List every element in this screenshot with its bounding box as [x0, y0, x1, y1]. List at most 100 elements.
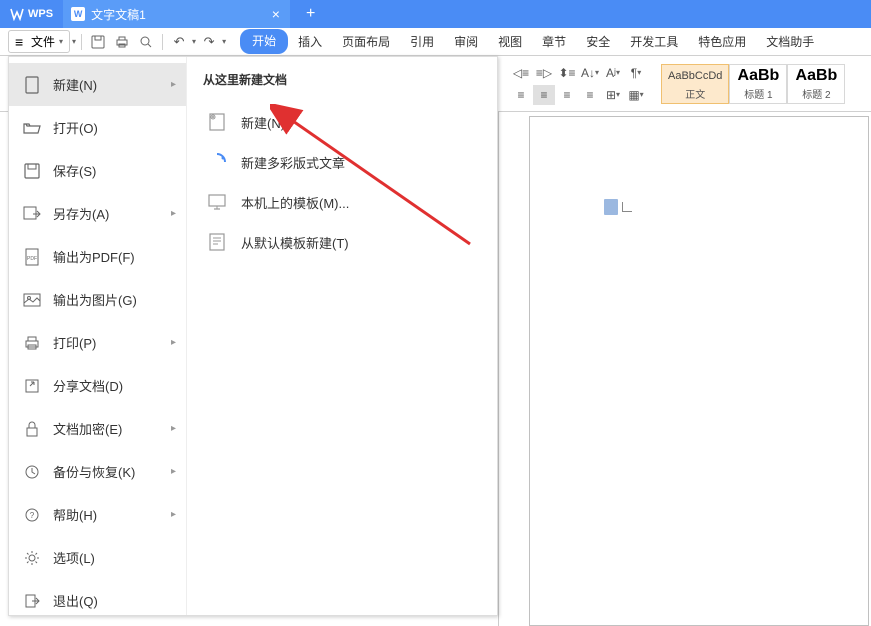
- menu-backup-label: 备份与恢复(K): [53, 462, 135, 481]
- tab-reference[interactable]: 引用: [400, 29, 444, 54]
- wps-icon: [10, 7, 24, 21]
- close-tab-icon[interactable]: ×: [272, 6, 280, 22]
- chevron-right-icon: ▸: [171, 208, 176, 219]
- show-marks-icon[interactable]: ¶▾: [625, 63, 647, 83]
- chevron-down-icon: ▾: [59, 37, 63, 46]
- cursor-marker: [622, 202, 632, 212]
- align-right-icon[interactable]: ≡: [556, 85, 578, 105]
- submenu-colorful-label: 新建多彩版式文章: [241, 153, 345, 172]
- wps-logo[interactable]: WPS: [0, 7, 63, 21]
- svg-text:PDF: PDF: [27, 256, 37, 262]
- menu-exit-label: 退出(Q): [53, 591, 98, 610]
- menu-help-label: 帮助(H): [53, 505, 97, 524]
- tab-security[interactable]: 安全: [576, 29, 620, 54]
- chevron-right-icon: ▸: [171, 509, 176, 520]
- menu-exit[interactable]: 退出(Q): [9, 579, 186, 622]
- tab-assistant[interactable]: 文档助手: [756, 29, 824, 54]
- document-page[interactable]: [529, 116, 869, 626]
- undo-icon[interactable]: ↶: [168, 31, 190, 53]
- tab-section[interactable]: 章节: [532, 29, 576, 54]
- align-justify-icon[interactable]: ≡: [579, 85, 601, 105]
- tab-page-layout[interactable]: 页面布局: [332, 29, 400, 54]
- menu-encrypt-label: 文档加密(E): [53, 419, 122, 438]
- indent-decrease-icon[interactable]: ◁≡: [510, 63, 532, 83]
- undo-dropdown-icon[interactable]: ▾: [192, 37, 196, 46]
- print-icon: [23, 334, 41, 352]
- menu-save-as[interactable]: 另存为(A) ▸: [9, 192, 186, 235]
- chevron-right-icon: ▸: [171, 423, 176, 434]
- backup-icon: [23, 463, 41, 481]
- submenu-default-template[interactable]: 从默认模板新建(T): [203, 222, 481, 262]
- save-icon[interactable]: [87, 31, 109, 53]
- menu-save-label: 保存(S): [53, 161, 96, 180]
- doc-icon: W: [71, 7, 85, 21]
- title-bar: WPS W 文字文稿1 × +: [0, 0, 871, 28]
- help-icon: ?: [23, 506, 41, 524]
- style-normal-preview: AaBbCcDd: [668, 67, 722, 85]
- gear-icon: [23, 549, 41, 567]
- tab-dev-tools[interactable]: 开发工具: [620, 29, 688, 54]
- style-heading2[interactable]: AaBb 标题 2: [787, 64, 845, 104]
- menu-open-label: 打开(O): [53, 118, 98, 137]
- exit-icon: [23, 592, 41, 610]
- tab-insert[interactable]: 插入: [288, 29, 332, 54]
- app-name: WPS: [28, 8, 53, 20]
- colorful-icon: [207, 152, 227, 172]
- tab-view[interactable]: 视图: [488, 29, 532, 54]
- qat-dropdown-icon[interactable]: ▾: [72, 37, 76, 46]
- align-left-icon[interactable]: ≡: [510, 85, 532, 105]
- indent-increase-icon[interactable]: ≡▷: [533, 63, 555, 83]
- align-center-icon[interactable]: ≡: [533, 85, 555, 105]
- file-button[interactable]: 文件 ▾: [8, 30, 70, 53]
- menu-print[interactable]: 打印(P) ▸: [9, 321, 186, 364]
- redo-dropdown-icon[interactable]: ▾: [222, 37, 226, 46]
- menu-open[interactable]: 打开(O): [9, 106, 186, 149]
- submenu-new-blank[interactable]: 新建(N): [203, 102, 481, 142]
- menu-save[interactable]: 保存(S): [9, 149, 186, 192]
- file-menu-right: 从这里新建文档 新建(N) 新建多彩版式文章 本机上的模板(M)... 从默认模…: [187, 57, 497, 615]
- menu-options[interactable]: 选项(L): [9, 536, 186, 579]
- image-icon: [23, 291, 41, 309]
- menu-share[interactable]: 分享文档(D): [9, 364, 186, 407]
- file-label: 文件: [31, 33, 55, 50]
- page-marker-icon: [604, 199, 618, 215]
- menu-export-pdf[interactable]: PDF 输出为PDF(F): [9, 235, 186, 278]
- menu-new[interactable]: 新建(N) ▸: [9, 63, 186, 106]
- sort-icon[interactable]: A↓▾: [579, 63, 601, 83]
- new-blank-icon: [207, 112, 227, 132]
- pdf-icon: PDF: [23, 248, 41, 266]
- menu-export-pdf-label: 输出为PDF(F): [53, 247, 135, 266]
- menu-export-image[interactable]: 输出为图片(G): [9, 278, 186, 321]
- menu-help[interactable]: ? 帮助(H) ▸: [9, 493, 186, 536]
- file-menu: 新建(N) ▸ 打开(O) 保存(S) 另存为(A) ▸ PDF 输出为PDF(…: [8, 56, 498, 616]
- redo-icon[interactable]: ↷: [198, 31, 220, 53]
- menu-new-label: 新建(N): [53, 75, 97, 94]
- template-icon: [207, 232, 227, 252]
- submenu-local-label: 本机上的模板(M)...: [241, 193, 349, 212]
- distribute-icon[interactable]: ⊞▾: [602, 85, 624, 105]
- chevron-right-icon: ▸: [171, 466, 176, 477]
- save-icon: [23, 162, 41, 180]
- submenu-new-colorful[interactable]: 新建多彩版式文章: [203, 142, 481, 182]
- document-tab[interactable]: W 文字文稿1 ×: [63, 0, 290, 28]
- menu-options-label: 选项(L): [53, 548, 95, 567]
- menu-backup[interactable]: 备份与恢复(K) ▸: [9, 450, 186, 493]
- page-marker: [604, 199, 632, 215]
- tab-special[interactable]: 特色应用: [688, 29, 756, 54]
- borders-icon[interactable]: ▦▾: [625, 85, 647, 105]
- menu-encrypt[interactable]: 文档加密(E) ▸: [9, 407, 186, 450]
- tab-review[interactable]: 审阅: [444, 29, 488, 54]
- menu-export-image-label: 输出为图片(G): [53, 290, 137, 309]
- style-normal[interactable]: AaBbCcDd 正文: [661, 64, 729, 104]
- submenu-local-template[interactable]: 本机上的模板(M)...: [203, 182, 481, 222]
- print-icon[interactable]: [111, 31, 133, 53]
- print-preview-icon[interactable]: [135, 31, 157, 53]
- tab-start[interactable]: 开始: [240, 29, 288, 54]
- save-as-icon: [23, 205, 41, 223]
- text-tool-icon[interactable]: Aʲ▾: [602, 63, 624, 83]
- hamburger-icon: [15, 34, 27, 50]
- add-tab-icon[interactable]: +: [306, 5, 315, 23]
- style-heading1[interactable]: AaBb 标题 1: [729, 64, 787, 104]
- line-spacing-icon[interactable]: ⬍≡: [556, 63, 578, 83]
- monitor-icon: [207, 192, 227, 212]
